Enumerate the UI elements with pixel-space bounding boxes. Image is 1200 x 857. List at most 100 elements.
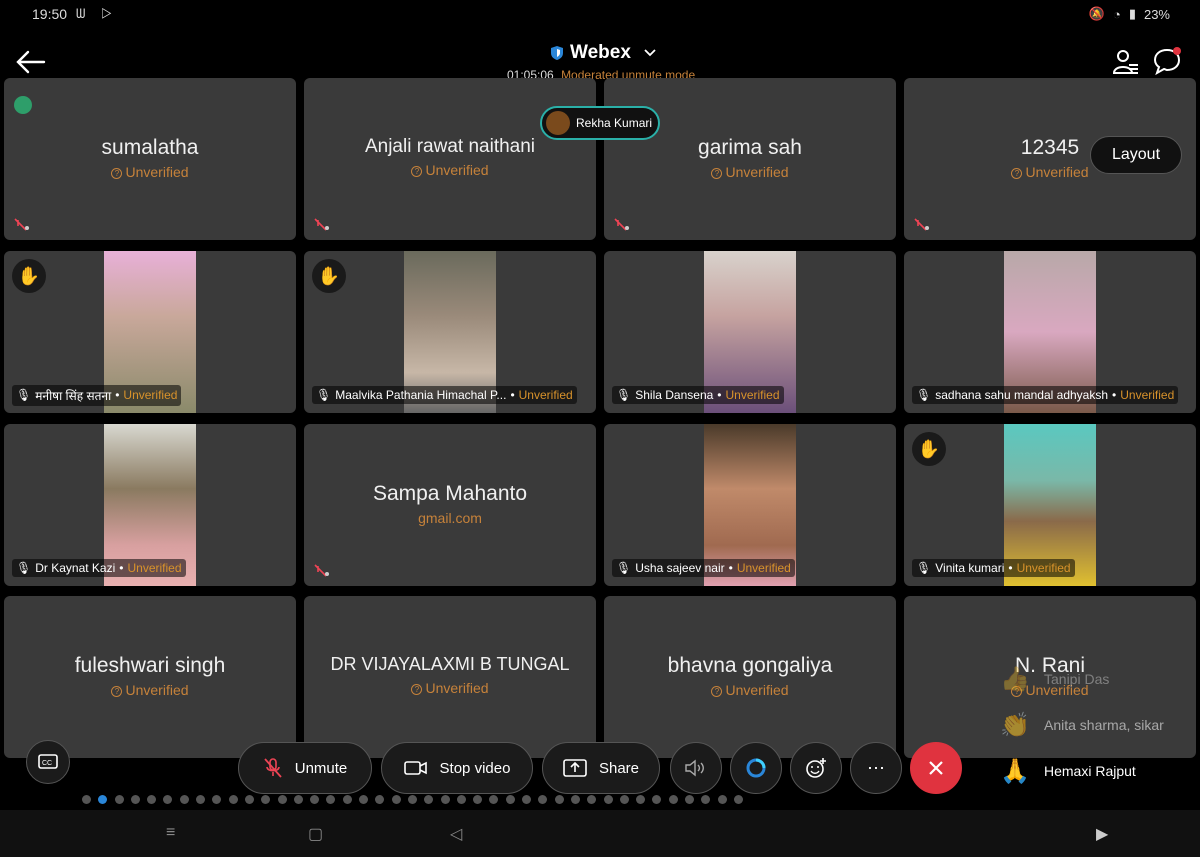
active-speaker-chip[interactable]: Rekha Kumari — [540, 106, 660, 140]
page-dot[interactable] — [375, 795, 385, 804]
participant-tile[interactable]: fuleshwari singh ? Unverified — [4, 596, 296, 758]
mic-muted-icon — [314, 218, 329, 231]
page-dot[interactable] — [359, 795, 369, 804]
page-dot[interactable] — [277, 795, 287, 804]
page-dot[interactable] — [473, 795, 483, 804]
page-dot[interactable] — [684, 795, 694, 804]
page-dot[interactable] — [701, 795, 711, 804]
play-icon[interactable]: ▶ — [1096, 824, 1108, 844]
page-dot[interactable] — [82, 795, 91, 804]
mic-muted-icon — [314, 564, 329, 577]
meeting-controls: CC Unmute Stop video Share ⋯ — [0, 740, 1200, 796]
more-options-button[interactable]: ⋯ — [850, 742, 902, 794]
raised-hand-icon: ✋ — [912, 432, 946, 466]
page-dot[interactable] — [603, 795, 613, 804]
page-dot[interactable] — [587, 795, 597, 804]
participant-name: Shila Dansena — [635, 388, 714, 402]
participant-name: bhavna gongaliya — [667, 654, 833, 677]
page-dot[interactable] — [244, 795, 254, 804]
page-dot[interactable] — [293, 795, 303, 804]
recent-apps-icon[interactable]: ≡ — [166, 824, 175, 842]
page-dot[interactable] — [456, 795, 466, 804]
status-time: 19:50 — [32, 6, 68, 22]
verification-status: ? Unverified — [604, 164, 896, 180]
page-dot[interactable] — [179, 795, 189, 804]
back-icon[interactable]: ◁ — [450, 824, 462, 844]
layout-button[interactable]: Layout — [1090, 136, 1182, 174]
page-dot[interactable] — [310, 795, 320, 804]
share-button[interactable]: Share — [542, 742, 660, 794]
wifi-icon: ◔ — [1112, 6, 1121, 22]
participant-tile[interactable]: garima sah ? Unverified — [604, 78, 896, 240]
page-dot[interactable] — [554, 795, 564, 804]
participant-tile[interactable]: bhavna gongaliya ? Unverified — [604, 596, 896, 758]
meeting-title-dropdown[interactable]: Webex — [550, 42, 657, 64]
closed-captions-icon: CC — [38, 754, 58, 769]
page-dot[interactable] — [98, 795, 108, 804]
page-dot[interactable] — [212, 795, 222, 804]
participant-tile[interactable]: Anjali rawat naithani ? Unverified — [304, 78, 596, 240]
page-dot[interactable] — [636, 795, 646, 804]
page-dot[interactable] — [619, 795, 629, 804]
page-dot[interactable] — [228, 795, 238, 804]
page-dot[interactable] — [522, 795, 532, 804]
page-dot[interactable] — [326, 795, 336, 804]
page-dot[interactable] — [717, 795, 727, 804]
chevron-down-icon — [644, 49, 656, 57]
participant-tile[interactable]: Sampa Mahanto gmail.com — [304, 424, 596, 586]
page-dot[interactable] — [163, 795, 173, 804]
page-dot[interactable] — [489, 795, 499, 804]
reactions-button[interactable] — [790, 742, 842, 794]
page-dot[interactable] — [668, 795, 678, 804]
page-dot[interactable] — [424, 795, 434, 804]
page-dot[interactable] — [505, 795, 515, 804]
unmute-button[interactable]: Unmute — [238, 742, 372, 794]
participant-tile[interactable]: sumalatha ? Unverified — [4, 78, 296, 240]
participant-tile[interactable]: 🎙 Shila Dansena • Unverified — [604, 251, 896, 413]
speaker-button[interactable] — [670, 742, 722, 794]
page-dot[interactable] — [440, 795, 450, 804]
page-dot[interactable] — [196, 795, 206, 804]
reaction-sender: Anita sharma, sikar — [1044, 717, 1164, 733]
page-dot[interactable] — [342, 795, 352, 804]
chat-icon[interactable] — [1152, 46, 1182, 76]
page-dot[interactable] — [114, 795, 124, 804]
page-dot[interactable] — [570, 795, 580, 804]
participant-tile[interactable]: 🎙 Dr Kaynat Kazi • Unverified — [4, 424, 296, 586]
participant-tile[interactable]: ✋ 🎙 Vinita kumari • Unverified — [904, 424, 1196, 586]
participant-tile[interactable]: DR VIJAYALAXMI B TUNGAL ? Unverified — [304, 596, 596, 758]
participants-icon[interactable] — [1112, 48, 1140, 76]
clap-emoji-icon: 👏 — [1000, 711, 1030, 739]
mic-muted-icon — [614, 218, 629, 231]
leave-meeting-button[interactable] — [910, 742, 962, 794]
participant-email-domain: gmail.com — [418, 510, 482, 526]
page-dot[interactable] — [147, 795, 157, 804]
page-dot[interactable] — [261, 795, 271, 804]
closed-captions-button[interactable]: CC — [26, 740, 70, 784]
reaction-item: 👍 Tanipi Das — [1000, 656, 1200, 702]
participant-label: 🎙 Usha sajeev nair • Unverified — [612, 558, 890, 578]
participant-tile[interactable]: ✋ 🎙 मनीषा सिंह सतना • Unverified — [4, 251, 296, 413]
mic-muted-icon — [14, 218, 29, 231]
participant-name: Usha sajeev nair — [635, 561, 725, 575]
participant-label: 🎙 Vinita kumari • Unverified — [912, 558, 1190, 578]
participant-tile[interactable]: 🎙 Usha sajeev nair • Unverified — [604, 424, 896, 586]
webex-assistant-button[interactable] — [730, 742, 782, 794]
participant-name: Maalvika Pathania Himachal P... — [335, 388, 507, 402]
page-dot[interactable] — [407, 795, 417, 804]
reaction-sender: Tanipi Das — [1044, 671, 1110, 687]
back-arrow-icon[interactable] — [14, 48, 46, 76]
page-dot[interactable] — [652, 795, 662, 804]
mute-notifications-icon: 🔕 — [1088, 6, 1105, 21]
page-dot[interactable] — [538, 795, 548, 804]
stop-video-button[interactable]: Stop video — [381, 742, 533, 794]
status-bar: 19:50 ᗯ ▷ 🔕 ◔ ▮ 23% — [0, 0, 1200, 30]
participant-tile[interactable]: 🎙 sadhana sahu mandal adhyaksh • Unverif… — [904, 251, 1196, 413]
page-dot[interactable] — [733, 795, 743, 804]
page-indicator[interactable] — [82, 795, 743, 805]
page-dot[interactable] — [130, 795, 140, 804]
participant-tile[interactable]: ✋ 🎙 Maalvika Pathania Himachal P... • Un… — [304, 251, 596, 413]
page-dot[interactable] — [391, 795, 401, 804]
home-icon[interactable]: ▢ — [308, 824, 323, 844]
participant-label: 🎙 sadhana sahu mandal adhyaksh • Unverif… — [912, 385, 1190, 405]
